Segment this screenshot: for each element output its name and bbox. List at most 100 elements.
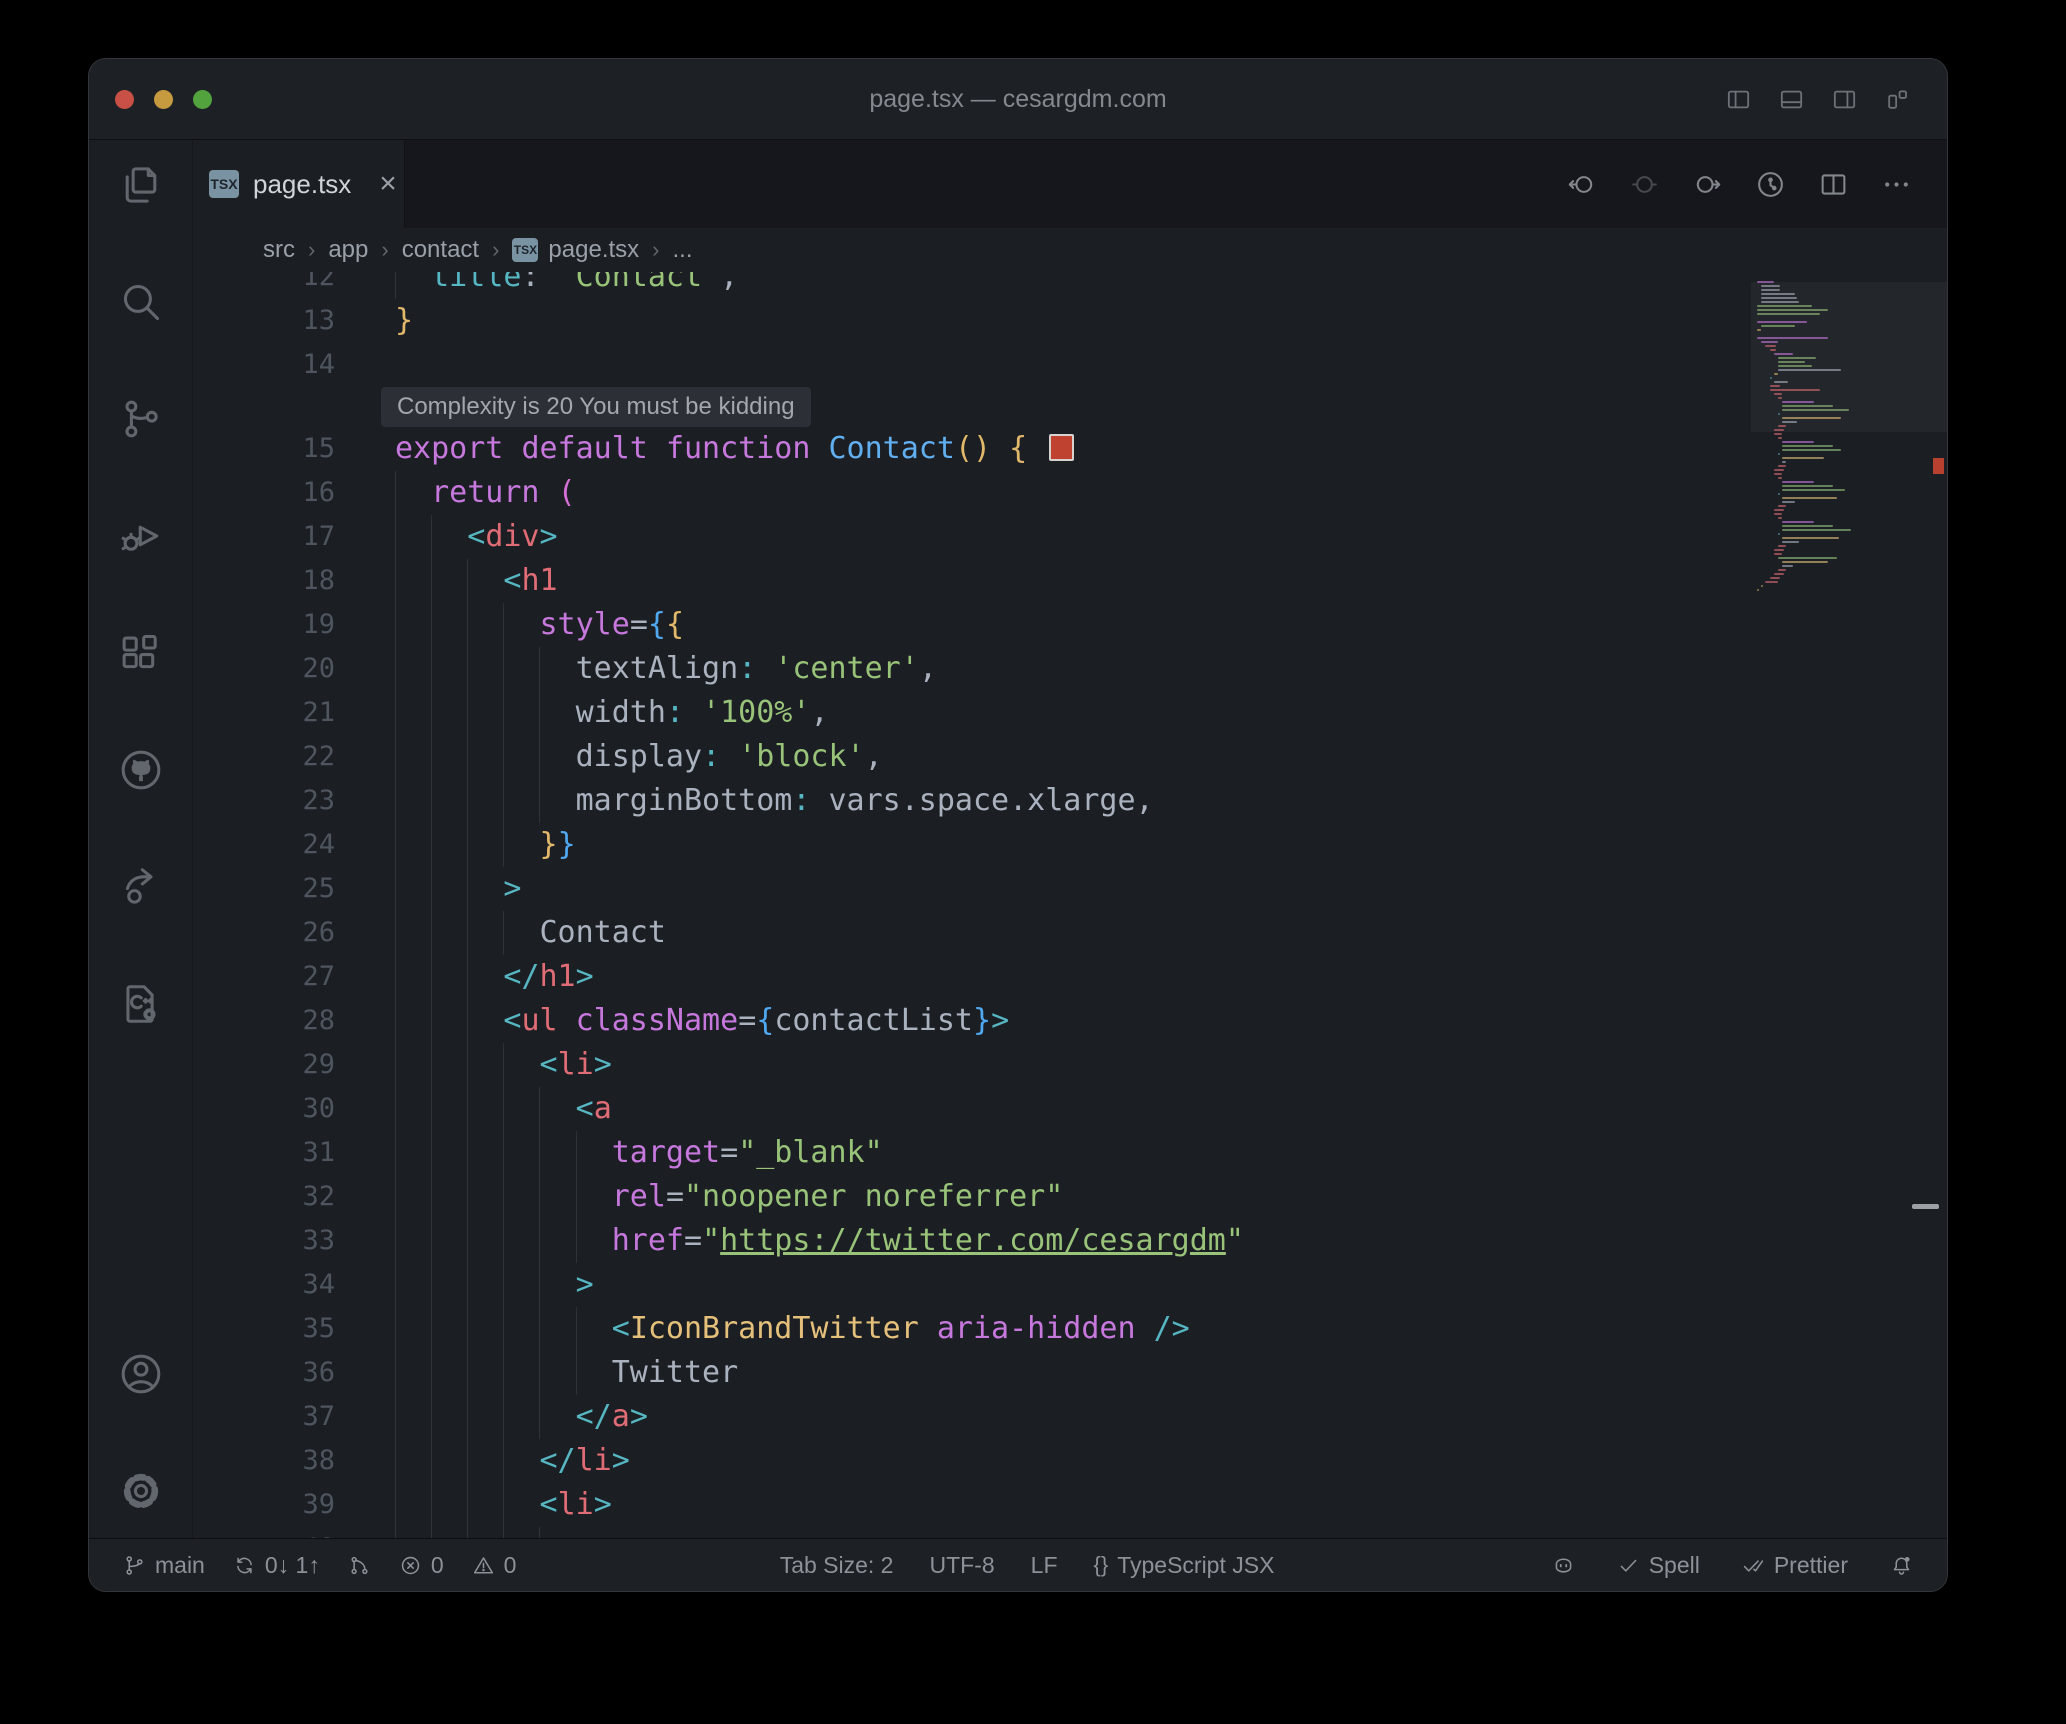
line-number[interactable]: 34 — [193, 1263, 395, 1307]
code-line-29[interactable]: 29 <li> — [193, 1043, 1751, 1087]
breadcrumb-ellipsis[interactable]: ... — [672, 236, 692, 264]
layout-customize-icon[interactable] — [1884, 86, 1911, 113]
line-number[interactable]: 26 — [193, 911, 395, 955]
code-line-25[interactable]: 25 > — [193, 867, 1751, 911]
code-line-15[interactable]: 15export default function Contact() { — [193, 427, 1751, 471]
line-number[interactable]: 24 — [193, 823, 395, 867]
code-line-23[interactable]: 23 marginBottom: vars.space.xlarge, — [193, 779, 1751, 823]
line-number[interactable]: 23 — [193, 779, 395, 823]
line-number[interactable]: 18 — [193, 559, 395, 603]
git-graph-indicator[interactable] — [348, 1554, 371, 1577]
breadcrumb-item-page-tsx[interactable]: page.tsx — [548, 236, 639, 264]
activity-run-debug[interactable] — [118, 513, 164, 559]
line-number[interactable]: 33 — [193, 1219, 395, 1263]
code-editor[interactable]: 12 title: 'Contact',13}14Complexity is 2… — [193, 272, 1947, 1538]
tab-close-icon[interactable]: × — [379, 169, 397, 199]
code-line-16[interactable]: 16 return ( — [193, 471, 1751, 515]
layout-sidebar-left-icon[interactable] — [1725, 86, 1752, 113]
nav-forward-icon[interactable] — [1692, 169, 1723, 200]
language-mode[interactable]: {}TypeScript JSX — [1094, 1552, 1275, 1579]
code-line-35[interactable]: 35 <IconBrandTwitter aria-hidden /> — [193, 1307, 1751, 1351]
code-line-21[interactable]: 21 width: '100%', — [193, 691, 1751, 735]
breadcrumb-item-app[interactable]: app — [328, 236, 368, 264]
color-decorator-error-box[interactable] — [1049, 434, 1074, 461]
line-number[interactable]: 12 — [193, 272, 395, 299]
timeline-icon[interactable] — [1755, 169, 1786, 200]
code-line-31[interactable]: 31 target="_blank" — [193, 1131, 1751, 1175]
line-number[interactable]: 25 — [193, 867, 395, 911]
line-number[interactable]: 30 — [193, 1087, 395, 1131]
code-line-27[interactable]: 27 </h1> — [193, 955, 1751, 999]
line-number[interactable]: 27 — [193, 955, 395, 999]
layout-panel-icon[interactable] — [1778, 86, 1805, 113]
code-line-34[interactable]: 34 > — [193, 1263, 1751, 1307]
code-line-14[interactable]: 14 — [193, 343, 1751, 387]
code-line-17[interactable]: 17 <div> — [193, 515, 1751, 559]
code-line-26[interactable]: 26 Contact — [193, 911, 1751, 955]
code-line-20[interactable]: 20 textAlign: 'center', — [193, 647, 1751, 691]
line-number[interactable]: 40 — [193, 1527, 395, 1538]
notifications[interactable] — [1890, 1554, 1913, 1577]
warning-count[interactable]: 0 — [472, 1552, 517, 1579]
code-line-37[interactable]: 37 </a> — [193, 1395, 1751, 1439]
sync-indicator[interactable]: 0↓ 1↑ — [233, 1552, 320, 1579]
activity-code-runner[interactable] — [118, 981, 164, 1027]
activity-github[interactable] — [118, 747, 164, 793]
activity-source-control[interactable] — [118, 396, 164, 442]
maximize-window-button[interactable] — [193, 90, 212, 109]
nav-back-icon[interactable] — [1566, 169, 1597, 200]
prettier-status[interactable]: Prettier — [1742, 1552, 1848, 1579]
breadcrumb-item-src[interactable]: src — [263, 236, 295, 264]
line-number[interactable]: 35 — [193, 1307, 395, 1351]
line-number[interactable]: 31 — [193, 1131, 395, 1175]
code-line-40[interactable]: 40 <a — [193, 1527, 1751, 1538]
layout-sidebar-right-icon[interactable] — [1831, 86, 1858, 113]
encoding[interactable]: UTF-8 — [929, 1552, 994, 1579]
code-line-22[interactable]: 22 display: 'block', — [193, 735, 1751, 779]
code-line-38[interactable]: 38 </li> — [193, 1439, 1751, 1483]
line-number[interactable]: 29 — [193, 1043, 395, 1087]
line-number[interactable]: 14 — [193, 343, 395, 387]
code-line-19[interactable]: 19 style={{ — [193, 603, 1751, 647]
code-line-18[interactable]: 18 <h1 — [193, 559, 1751, 603]
spell-status[interactable]: Spell — [1617, 1552, 1700, 1579]
tab-size[interactable]: Tab Size: 2 — [780, 1552, 894, 1579]
activity-live-share[interactable] — [118, 864, 164, 910]
close-window-button[interactable] — [115, 90, 134, 109]
code-line-36[interactable]: 36 Twitter — [193, 1351, 1751, 1395]
minimize-window-button[interactable] — [154, 90, 173, 109]
line-number[interactable]: 36 — [193, 1351, 395, 1395]
line-number[interactable]: 17 — [193, 515, 395, 559]
titlebar[interactable]: page.tsx — cesargdm.com — [89, 59, 1947, 140]
eol[interactable]: LF — [1031, 1552, 1058, 1579]
code-line-39[interactable]: 39 <li> — [193, 1483, 1751, 1527]
code-line-32[interactable]: 32 rel="noopener noreferrer" — [193, 1175, 1751, 1219]
tab-page-tsx[interactable]: TSX page.tsx × — [193, 140, 405, 228]
activity-explorer[interactable] — [118, 162, 164, 208]
line-number[interactable]: 15 — [193, 427, 395, 471]
breadcrumb-item-contact[interactable]: contact — [402, 236, 479, 264]
line-number[interactable]: 16 — [193, 471, 395, 515]
activity-search[interactable] — [118, 279, 164, 325]
line-number[interactable]: 13 — [193, 299, 395, 343]
code-line-12[interactable]: 12 title: 'Contact', — [193, 272, 1751, 299]
code-line-24[interactable]: 24 }} — [193, 823, 1751, 867]
line-number[interactable]: 21 — [193, 691, 395, 735]
split-editor-icon[interactable] — [1818, 169, 1849, 200]
code-line-13[interactable]: 13} — [193, 299, 1751, 343]
code-line-33[interactable]: 33 href="https://twitter.com/cesargdm" — [193, 1219, 1751, 1263]
more-actions-icon[interactable] — [1881, 169, 1912, 200]
line-number[interactable]: 28 — [193, 999, 395, 1043]
activity-extensions[interactable] — [118, 630, 164, 676]
copilot-status[interactable] — [1552, 1554, 1575, 1577]
nav-circle-icon[interactable] — [1629, 169, 1660, 200]
code-line-28[interactable]: 28 <ul className={contactList}> — [193, 999, 1751, 1043]
line-number[interactable]: 39 — [193, 1483, 395, 1527]
line-number[interactable]: 20 — [193, 647, 395, 691]
line-number[interactable]: 19 — [193, 603, 395, 647]
activity-settings[interactable] — [118, 1468, 164, 1514]
line-number[interactable]: 37 — [193, 1395, 395, 1439]
code-line-30[interactable]: 30 <a — [193, 1087, 1751, 1131]
activity-account[interactable] — [118, 1351, 164, 1397]
error-count[interactable]: 0 — [399, 1552, 444, 1579]
